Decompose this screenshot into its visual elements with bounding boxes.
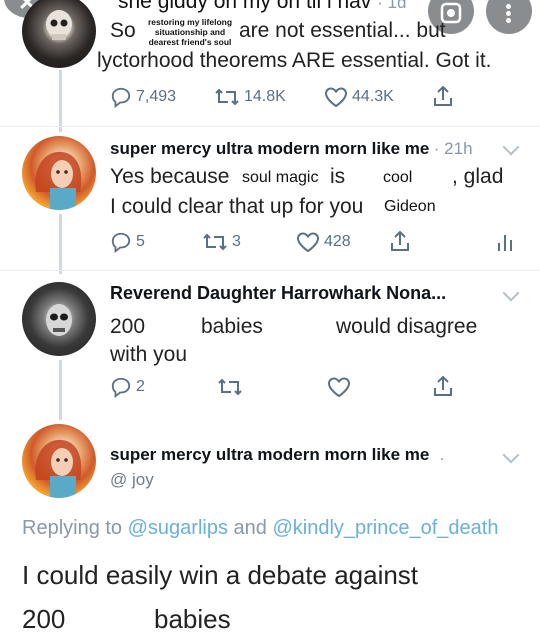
retweet-count: 3 bbox=[232, 233, 241, 250]
retweet-action[interactable] bbox=[217, 376, 243, 398]
heart-icon bbox=[296, 232, 320, 253]
tweet1-header: she giddy on my on til l nav · 1d bbox=[118, 0, 406, 14]
retweet-icon bbox=[218, 378, 242, 396]
tweet1-line2: lyctorhood theorems ARE essential. Got i… bbox=[97, 49, 492, 72]
retweet-action[interactable]: 14.8K bbox=[214, 86, 286, 108]
share-icon bbox=[434, 375, 452, 396]
retweet-action[interactable]: 3 bbox=[202, 231, 241, 253]
share-icon bbox=[434, 85, 452, 106]
tweet2-line1-c: , glad bbox=[452, 165, 504, 188]
thread-line bbox=[59, 70, 62, 132]
replying-prefix: Replying to bbox=[22, 517, 123, 539]
tweet3-line2: with you bbox=[110, 343, 188, 366]
reply-count: 7,493 bbox=[136, 88, 177, 105]
tweet2-overlay-cool: cool bbox=[383, 169, 413, 186]
avatar-redhead[interactable] bbox=[22, 136, 96, 210]
divider bbox=[0, 126, 540, 127]
more-vertical-icon bbox=[506, 4, 511, 23]
skull-icon bbox=[46, 10, 72, 40]
replying-and: and bbox=[233, 517, 267, 539]
chevron-down-icon[interactable] bbox=[502, 446, 520, 464]
analytics-action[interactable] bbox=[497, 232, 513, 252]
retweet-count: 14.8K bbox=[244, 88, 286, 105]
header-dot: . bbox=[439, 445, 445, 464]
user-name[interactable]: super mercy ultra modern morn like me bbox=[110, 139, 429, 158]
more-button[interactable] bbox=[486, 0, 532, 34]
tweet3-line1-end: would disagree bbox=[336, 315, 478, 338]
share-action[interactable] bbox=[432, 374, 454, 398]
tweet2-line1-b: is bbox=[330, 165, 346, 188]
user-name[interactable]: super mercy ultra modern morn like me bbox=[110, 445, 429, 464]
reply-action[interactable]: 7,493 bbox=[110, 86, 176, 108]
like-action[interactable]: 428 bbox=[296, 231, 351, 253]
tweet2-time: · 21h bbox=[433, 139, 473, 158]
tweet3-num: 200 bbox=[110, 315, 146, 338]
thread-line bbox=[59, 360, 62, 420]
chevron-down-icon[interactable] bbox=[502, 138, 520, 156]
avatar-redhead[interactable] bbox=[22, 424, 96, 498]
analytics-icon bbox=[498, 235, 512, 251]
portrait-icon bbox=[35, 151, 82, 210]
tweet4-body-num: 200 bbox=[22, 604, 66, 634]
reply-icon bbox=[111, 87, 131, 108]
tweet1-line1-rest: are not essential... but bbox=[239, 19, 446, 42]
overlay-note-line: situationship and bbox=[154, 27, 226, 37]
reply-icon bbox=[111, 232, 131, 253]
tweet1-header-text: she giddy on my on til l nav bbox=[118, 0, 372, 13]
reply-count: 5 bbox=[136, 233, 145, 250]
user-name[interactable]: Reverend Daughter Harrowhark Nona... bbox=[110, 283, 446, 304]
skull-face-icon bbox=[46, 304, 72, 336]
reply-icon bbox=[111, 377, 131, 398]
retweet-icon bbox=[215, 88, 239, 106]
avatar-harrow[interactable] bbox=[22, 282, 96, 356]
user-handle[interactable]: @ joy bbox=[110, 470, 154, 490]
like-count: 428 bbox=[324, 233, 351, 250]
like-action[interactable] bbox=[327, 376, 351, 398]
tweet2-line1-a: Yes because bbox=[110, 165, 230, 188]
reply-user-link[interactable]: @kindly_prince_of_death bbox=[272, 517, 498, 539]
share-action[interactable] bbox=[389, 229, 411, 253]
tweet2-line2: I could clear that up for you bbox=[110, 195, 364, 218]
tweet1-word-so: So bbox=[110, 19, 136, 42]
overlay-note-line: restoring my lifelong bbox=[147, 17, 233, 27]
retweet-icon bbox=[203, 233, 227, 251]
tweet4-header: super mercy ultra modern morn like me . bbox=[110, 445, 445, 465]
tweet1-overlay-note: restoring my lifelong situationship and … bbox=[142, 17, 238, 47]
share-icon bbox=[391, 230, 409, 251]
heart-icon bbox=[324, 87, 348, 108]
tweet2-header: super mercy ultra modern morn like me · … bbox=[110, 139, 473, 159]
chevron-down-icon[interactable] bbox=[502, 284, 520, 302]
reply-user-link[interactable]: @sugarlips bbox=[128, 517, 228, 539]
tweet2-overlay-end: Gideon bbox=[384, 198, 436, 215]
tweet2-overlay-mid: soul magic bbox=[242, 169, 319, 186]
tweet4-body-line1: I could easily win a debate against bbox=[22, 560, 419, 590]
avatar-skull[interactable] bbox=[22, 0, 96, 68]
portrait-icon bbox=[35, 439, 82, 498]
like-count: 44.3K bbox=[352, 88, 394, 105]
reply-action[interactable]: 5 bbox=[110, 231, 145, 253]
heart-icon bbox=[327, 377, 351, 398]
share-action[interactable] bbox=[432, 84, 454, 108]
tweet1-time: · 1d bbox=[377, 0, 407, 12]
like-action[interactable]: 44.3K bbox=[324, 86, 394, 108]
thread-line bbox=[59, 214, 62, 274]
reply-count: 2 bbox=[136, 378, 145, 395]
replying-to: Replying to @sugarlips and @kindly_princ… bbox=[22, 517, 498, 540]
reply-action[interactable]: 2 bbox=[110, 376, 145, 398]
divider bbox=[0, 270, 540, 271]
tweet3-word-babies: babies bbox=[201, 315, 263, 338]
tweet4-body-word: babies bbox=[154, 604, 231, 634]
